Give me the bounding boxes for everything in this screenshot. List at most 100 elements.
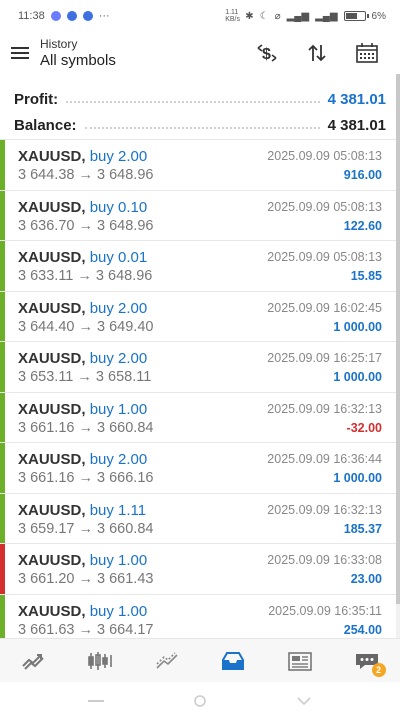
profit-row: Profit: 4 381.01 (0, 82, 400, 108)
trade-title: XAUUSD, buy 1.11 (18, 502, 146, 519)
home-icon[interactable] (188, 694, 212, 708)
svg-text:$: $ (262, 46, 271, 63)
profit-value: 4 381.01 (327, 91, 386, 108)
signal-icon: ▂▄▆ (286, 10, 310, 22)
bottom-nav: 2 (0, 638, 400, 682)
status-left: 11:38 ··· (18, 10, 110, 22)
battery-icon (343, 11, 369, 21)
status-bar: 11:38 ··· 1.11 KB/s ✱ ☾ ⌀ ▂▄▆ ▂▄▆ 6% (0, 0, 400, 32)
balance-row: Balance: 4 381.01 (0, 108, 400, 134)
trade-symbol: XAUUSD, (18, 501, 86, 519)
trade-time: 2025.09.09 05:08:13 (267, 199, 382, 214)
trade-status-bar (0, 443, 5, 493)
status-right: 1.11 KB/s ✱ ☾ ⌀ ▂▄▆ ▂▄▆ 6% (225, 9, 386, 23)
trade-title: XAUUSD, buy 1.00 (18, 401, 147, 418)
trade-row[interactable]: XAUUSD, buy 2.00 3 653.11 → 3 658.11 2025.… (0, 342, 400, 393)
trade-time: 2025.09.09 16:02:45 (267, 300, 382, 315)
trade-status-bar (0, 140, 5, 190)
trade-row[interactable]: XAUUSD, buy 0.01 3 633.11 → 3 648.96 2025.… (0, 241, 400, 292)
trade-title: XAUUSD, buy 2.00 (18, 451, 147, 468)
nav-trade[interactable] (142, 641, 192, 681)
nav-history[interactable] (208, 641, 258, 681)
app-notification-icon-2 (66, 11, 77, 21)
trade-prices: 3 661.20 → 3 661.43 (18, 571, 154, 587)
trade-action: buy 1.00 (89, 552, 148, 569)
trade-time: 2025.09.09 16:32:13 (267, 401, 382, 416)
trade-prices: 3 661.16 → 3 666.16 (18, 470, 154, 486)
trade-prices: 3 659.17 → 3 660.84 (18, 520, 154, 537)
nav-quotes[interactable] (8, 641, 58, 681)
trade-time: 2025.09.09 16:36:44 (267, 452, 382, 466)
scrollbar-thumb[interactable] (396, 74, 400, 604)
sort-button[interactable] (292, 32, 342, 74)
trade-row[interactable]: XAUUSD, buy 1.00 3 661.16 → 3 660.84 2025.… (0, 392, 400, 443)
trade-action: buy 2.00 (89, 148, 148, 165)
trade-prices: 3 661.63 → 3 664.17 (18, 621, 154, 638)
symbol-filter: All symbols (40, 51, 116, 69)
app-header: History All symbols $ (0, 32, 400, 74)
news-icon (288, 651, 312, 671)
trade-profit: 254.00 (343, 622, 382, 637)
trade-action: buy 1.00 (89, 602, 148, 620)
trade-action: buy 2.00 (89, 350, 148, 367)
trade-profit: 1 000.00 (333, 471, 382, 485)
signal-icon-2: ▂▄▆ (315, 10, 338, 22)
trade-symbol: XAUUSD, (18, 198, 86, 216)
trade-profit: 916.00 (343, 168, 382, 182)
profit-leader (66, 101, 320, 103)
title-block[interactable]: History All symbols (40, 37, 242, 70)
calendar-icon (356, 43, 378, 63)
currency-filter-button[interactable]: $ (242, 32, 292, 74)
nav-news[interactable] (275, 641, 325, 681)
trade-profit: 23.00 (350, 572, 382, 586)
trade-title: XAUUSD, buy 2.00 (18, 350, 147, 367)
chat-badge: 2 (371, 662, 386, 677)
trade-status-bar (0, 342, 5, 392)
trade-time: 2025.09.09 16:35:11 (268, 603, 382, 618)
trade-row[interactable]: XAUUSD, buy 0.10 3 636.70 → 3 648.96 2025.… (0, 190, 400, 241)
screen-title: History (40, 36, 78, 51)
trade-title: XAUUSD, buy 2.00 (18, 148, 147, 165)
trade-symbol: XAUUSD, (18, 299, 86, 317)
trade-prices: 3 661.16 → 3 660.84 (18, 419, 154, 436)
trade-symbol: XAUUSD, (18, 350, 86, 367)
back-icon[interactable] (292, 694, 316, 708)
trade-row[interactable]: XAUUSD, buy 1.00 3 661.20 → 3 661.43 2025.… (0, 544, 400, 595)
trade-row[interactable]: XAUUSD, buy 2.00 3 644.40 → 3 649.40 2025.… (0, 291, 400, 342)
recent-apps-icon[interactable] (84, 694, 108, 708)
trade-status-bar (0, 594, 5, 644)
trade-title: XAUUSD, buy 0.10 (18, 199, 147, 216)
trade-action: buy 2.00 (89, 299, 148, 317)
trade-profit: 1 000.00 (333, 370, 382, 384)
trade-prices: 3 633.11 → 3 648.96 (18, 268, 153, 284)
trade-time: 2025.09.09 16:25:17 (267, 351, 382, 365)
trade-time: 2025.09.09 16:33:08 (267, 553, 382, 567)
trade-title: XAUUSD, buy 0.01 (18, 249, 147, 266)
dollar-swap-icon: $ (257, 44, 277, 63)
history-icon (222, 651, 245, 670)
trade-icon (156, 651, 178, 669)
trade-row[interactable]: XAUUSD, buy 2.00 3 661.16 → 3 666.16 2025.… (0, 443, 400, 494)
trade-symbol: XAUUSD, (18, 552, 86, 569)
nav-chart[interactable] (75, 641, 125, 681)
trade-symbol: XAUUSD, (18, 602, 86, 620)
balance-label: Balance: (14, 117, 77, 134)
trade-action: buy 1.11 (89, 501, 147, 519)
trade-row[interactable]: XAUUSD, buy 1.11 3 659.17 → 3 660.84 2025.… (0, 493, 400, 544)
trade-status-bar (0, 493, 5, 543)
trade-row[interactable]: XAUUSD, buy 2.00 3 644.38 → 3 648.96 2025.… (0, 140, 400, 191)
trade-prices: 3 644.38 → 3 648.96 (18, 167, 154, 183)
trade-profit: 15.85 (350, 269, 382, 283)
trade-time: 2025.09.09 16:32:13 (267, 502, 382, 517)
quotes-icon (22, 653, 45, 670)
trade-status-bar (0, 392, 5, 442)
network-speed: 1.11 KB/s (225, 9, 241, 23)
trade-title: XAUUSD, buy 1.00 (18, 603, 147, 620)
calendar-button[interactable] (342, 32, 392, 74)
trade-profit: -32.00 (346, 420, 382, 435)
nav-chat[interactable]: 2 (342, 641, 392, 681)
trade-action: buy 0.10 (89, 198, 148, 216)
chart-icon (88, 651, 112, 670)
menu-button[interactable] (0, 32, 40, 74)
trade-prices: 3 653.11 → 3 658.11 (18, 369, 152, 385)
